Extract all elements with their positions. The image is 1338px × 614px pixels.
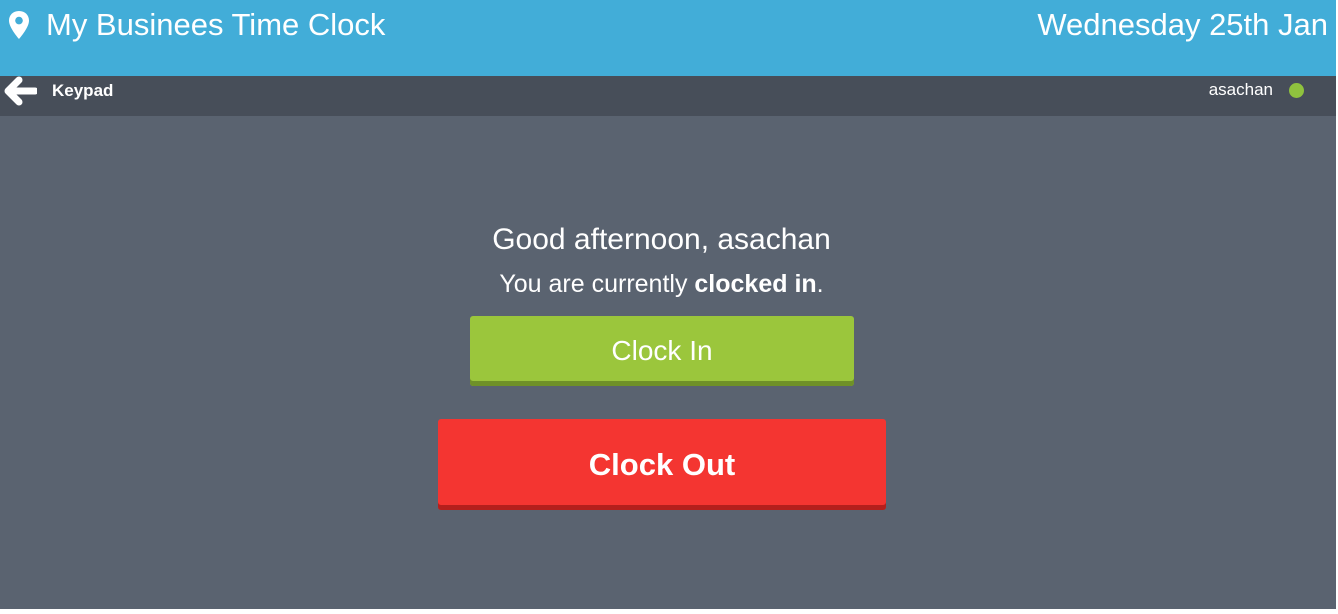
- current-user: asachan: [1209, 76, 1304, 104]
- map-pin-icon: [9, 11, 29, 39]
- arrow-left-icon: [4, 76, 37, 106]
- status-prefix: You are currently: [499, 270, 695, 298]
- back-label: Keypad: [52, 81, 114, 100]
- clock-status-text: You are currently clocked in.: [0, 269, 1323, 299]
- app-title: My Businees Time Clock: [46, 7, 386, 42]
- status-emphasis: clocked in: [694, 270, 817, 298]
- app-brand: My Businees Time Clock: [8, 6, 385, 44]
- clock-out-button[interactable]: Clock Out: [438, 419, 886, 510]
- navigation-bar: Keypad asachan: [0, 76, 1336, 116]
- status-suffix: .: [816, 270, 824, 298]
- clock-in-button[interactable]: Clock In: [470, 316, 854, 386]
- clock-panel: Good afternoon, asachan You are currentl…: [0, 116, 1336, 609]
- greeting-text: Good afternoon, asachan: [492, 223, 831, 256]
- back-to-keypad-button[interactable]: Keypad: [4, 76, 113, 106]
- top-header: My Businees Time Clock Wednesday 25th Ja…: [0, 0, 1336, 76]
- time-clock-app: My Businees Time Clock Wednesday 25th Ja…: [0, 0, 1336, 609]
- online-status-dot: [1289, 82, 1304, 98]
- username: asachan: [1208, 80, 1273, 99]
- current-date: Wednesday 25th Jan: [1037, 7, 1328, 42]
